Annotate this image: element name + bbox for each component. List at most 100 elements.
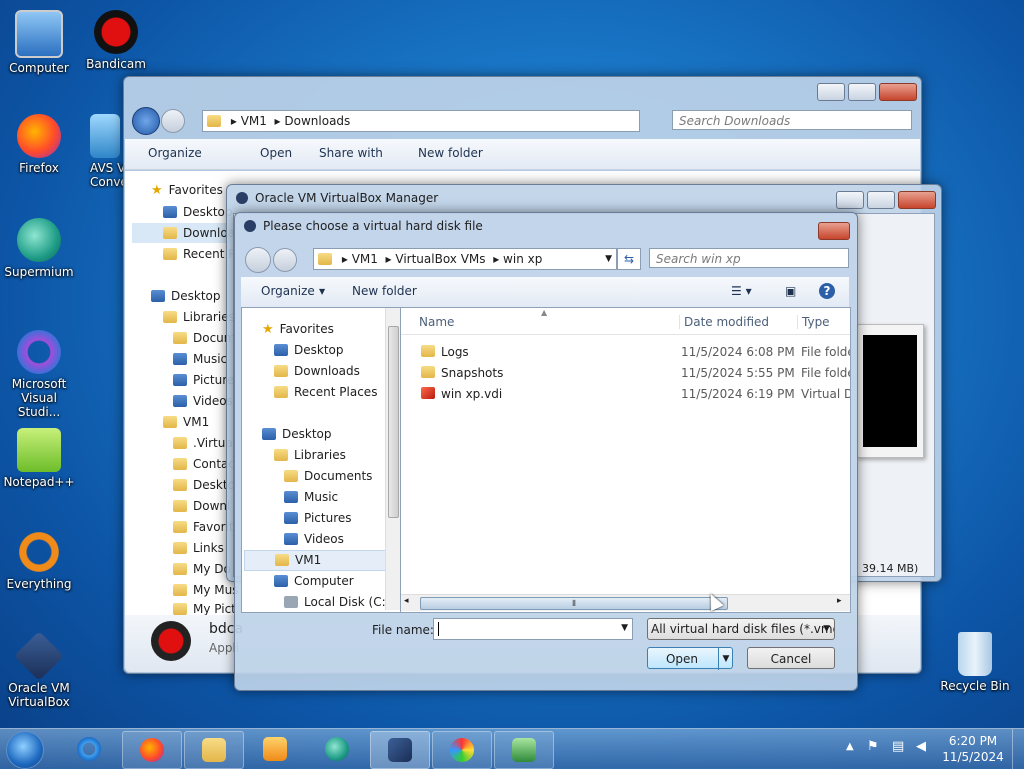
desktop-icon-recycle-bin[interactable]: Recycle Bin [937, 632, 1013, 693]
nav-local-disk[interactable]: Local Disk (C:) [284, 595, 390, 609]
nav-downloads-user[interactable]: Downl [173, 499, 230, 513]
preview-pane-icon[interactable]: ▣ [785, 284, 796, 298]
maximize-button[interactable] [867, 191, 895, 209]
column-date[interactable]: Date modified [679, 315, 769, 329]
nav-vm1[interactable]: VM1 [244, 550, 392, 571]
new-folder-button[interactable]: New folder [418, 146, 483, 160]
taskbar-firefox[interactable] [122, 731, 182, 769]
back-button[interactable] [245, 247, 271, 273]
desktop-icon-everything[interactable]: Everything [1, 530, 77, 591]
view-options-icon[interactable]: ☰ ▾ [731, 284, 752, 298]
search-input[interactable]: Search Downloads [672, 110, 912, 130]
taskbar-media[interactable] [246, 731, 304, 767]
nav-music[interactable]: Music [284, 490, 338, 504]
folder-icon [173, 458, 187, 470]
column-name[interactable]: Name [419, 315, 454, 329]
user-folder-icon [163, 416, 177, 428]
desktop-icon-notepadpp[interactable]: Notepad++ [1, 428, 77, 489]
desktop-icon-firefox[interactable]: Firefox [1, 114, 77, 175]
address-bar[interactable]: ▸ VM1 ▸ VirtualBox VMs ▸ win xp ▼ [313, 248, 617, 270]
documents-icon [173, 332, 187, 344]
nav-favorites-user[interactable]: Favorit [173, 520, 234, 534]
desktop-icon-virtualbox[interactable]: Oracle VM VirtualBox [1, 631, 77, 709]
cancel-button[interactable]: Cancel [747, 647, 835, 669]
scrollbar-thumb[interactable]: ⦀ [420, 597, 728, 610]
nav-computer[interactable]: Computer [274, 574, 354, 588]
file-type-select[interactable]: All virtual hard disk files (*.vmd ▼ [647, 618, 835, 640]
start-button[interactable] [6, 731, 44, 769]
nav-my-pictures[interactable]: My Pict [173, 602, 236, 615]
open-button[interactable]: Open ▼ [647, 647, 733, 670]
nav-libraries[interactable]: Libraries [274, 448, 346, 462]
scroll-left-icon[interactable]: ◂ [404, 596, 409, 606]
share-with-button[interactable]: Share with [319, 146, 383, 160]
nav-my-music[interactable]: My Mus [173, 583, 238, 597]
chevron-down-icon[interactable]: ▼ [605, 249, 612, 269]
avs-icon [90, 114, 120, 158]
show-desktop-button[interactable] [1012, 729, 1024, 769]
file-row-win-xp-vdi[interactable]: win xp.vdi 11/5/2024 6:19 PM Virtual Dis [401, 384, 850, 404]
nav-videos[interactable]: Videos [284, 532, 344, 546]
close-button[interactable] [818, 222, 850, 240]
file-row-snapshots[interactable]: Snapshots 11/5/2024 5:55 PM File folder [401, 363, 850, 383]
network-icon[interactable]: ▤ [892, 739, 904, 754]
nav-downloads[interactable]: Downloads [274, 364, 360, 378]
action-center-icon[interactable]: ⚑ [867, 739, 879, 754]
column-type[interactable]: Type [797, 315, 830, 329]
help-icon[interactable]: ? [819, 283, 835, 299]
nav-desktop-root[interactable]: Desktop [151, 289, 221, 303]
taskbar-app[interactable] [494, 731, 554, 769]
organize-button[interactable]: Organize [148, 146, 202, 160]
nav-links[interactable]: Links [173, 541, 224, 555]
nav-music[interactable]: Music [173, 352, 227, 366]
clock[interactable]: 6:20 PM 11/5/2024 [940, 733, 1006, 765]
organize-button[interactable]: Organize [261, 284, 315, 298]
nav-desktop-root[interactable]: Desktop [262, 427, 332, 441]
back-button[interactable] [132, 107, 160, 135]
nav-libraries[interactable]: Libraries [163, 310, 235, 324]
scroll-right-icon[interactable]: ▸ [837, 596, 842, 606]
taskbar-paint[interactable] [432, 731, 492, 769]
nav-recent-places[interactable]: Recent Places [274, 385, 377, 399]
nav-videos[interactable]: Videos [173, 394, 233, 408]
file-row-logs[interactable]: Logs 11/5/2024 6:08 PM File folder [401, 342, 850, 362]
forward-button[interactable] [273, 248, 297, 272]
minimize-button[interactable] [836, 191, 864, 209]
nav-virtualbox[interactable]: .Virtua [173, 436, 233, 450]
file-name-input[interactable]: ▼ [433, 618, 633, 640]
nav-favorites[interactable]: ★ Favorites [151, 183, 223, 198]
nav-my-documents[interactable]: My Do [173, 562, 231, 576]
nav-scrollbar[interactable] [385, 308, 400, 610]
open-button[interactable]: Open [260, 146, 292, 160]
taskbar-explorer[interactable] [184, 731, 244, 769]
close-button[interactable] [879, 83, 917, 101]
new-folder-button[interactable]: New folder [352, 284, 417, 298]
taskbar-ie[interactable] [60, 731, 118, 767]
minimize-button[interactable] [817, 83, 845, 101]
taskbar-virtualbox[interactable] [370, 731, 430, 769]
open-dropdown-icon[interactable]: ▼ [718, 648, 733, 670]
desktop-icon-bandicam[interactable]: Bandicam [78, 10, 154, 71]
horizontal-scrollbar[interactable]: ◂ ⦀ ▸ [401, 594, 850, 611]
search-input[interactable]: Search win xp [649, 248, 849, 268]
nav-favorites[interactable]: ★ Favorites [262, 322, 334, 337]
desktop-icon-visual-studio[interactable]: Microsoft Visual Studi... [1, 330, 77, 419]
address-bar[interactable]: ▸ VM1 ▸ Downloads [202, 110, 640, 132]
taskbar-supermium[interactable] [308, 731, 366, 767]
nav-recent[interactable]: Recent P [163, 247, 236, 261]
choose-disk-dialog[interactable]: Please choose a virtual hard disk file ▸… [234, 212, 858, 691]
nav-desktop[interactable]: Desktop [163, 205, 233, 219]
nav-documents[interactable]: Documents [284, 469, 372, 483]
desktop-icon-computer[interactable]: Computer [1, 10, 77, 75]
maximize-button[interactable] [848, 83, 876, 101]
tray-expand-icon[interactable]: ▲ [846, 741, 854, 752]
refresh-button[interactable]: ⇆ [617, 248, 641, 270]
close-button[interactable] [898, 191, 936, 209]
nav-desktop[interactable]: Desktop [274, 343, 344, 357]
nav-vm1[interactable]: VM1 [163, 415, 209, 429]
forward-button[interactable] [161, 109, 185, 133]
desktop-icon-supermium[interactable]: Supermium [1, 218, 77, 279]
volume-icon[interactable]: ◀ [916, 739, 926, 754]
nav-pictures[interactable]: Pictures [284, 511, 352, 525]
chevron-down-icon[interactable]: ▼ [621, 623, 628, 633]
